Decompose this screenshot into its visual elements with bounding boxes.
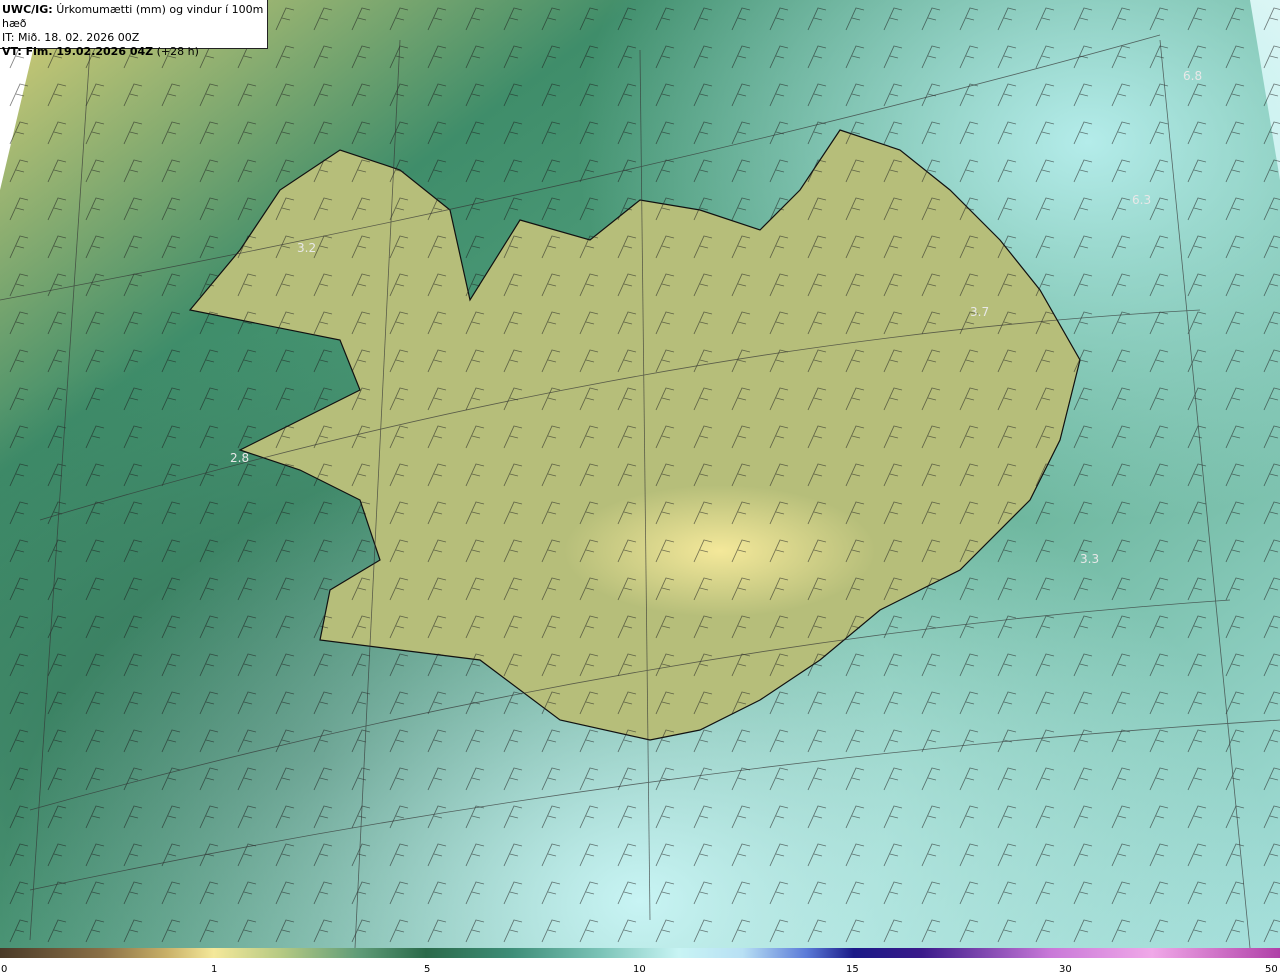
header-title-line: UWC/IG: Úrkomumætti (mm) og vindur í 100… xyxy=(2,3,267,31)
color-scale: 0 1 5 10 15 30 50 xyxy=(0,948,1280,978)
map-label: 3.2 xyxy=(297,241,316,255)
map-label: 6.8 xyxy=(1183,69,1202,83)
map-header: UWC/IG: Úrkomumætti (mm) og vindur í 100… xyxy=(0,0,268,58)
model-prefix: UWC/IG: xyxy=(2,3,53,16)
color-scale-bar xyxy=(0,948,1280,958)
map-label: 3.3 xyxy=(1080,552,1099,566)
scale-tick: 1 xyxy=(211,964,218,975)
map-label: 2.8 xyxy=(230,451,249,465)
lead-time: (+28 h) xyxy=(156,45,199,58)
valid-time-line: VT: Fim. 19.02.2026 04Z (+28 h) xyxy=(2,45,267,59)
scale-tick: 15 xyxy=(846,964,859,975)
scale-tick: 50 xyxy=(1265,964,1278,975)
wind-barbs-layer xyxy=(0,0,1280,948)
scale-tick: 0 xyxy=(1,964,8,975)
valid-time: VT: Fim. 19.02.2026 04Z xyxy=(2,45,154,58)
scale-tick: 5 xyxy=(424,964,431,975)
initial-time: IT: Mið. 18. 02. 2026 00Z xyxy=(2,31,140,44)
weather-map: 3.2 2.8 3.7 6.3 3.3 6.8 xyxy=(0,0,1280,948)
map-label: 3.7 xyxy=(970,305,989,319)
map-label: 6.3 xyxy=(1132,193,1151,207)
scale-tick: 30 xyxy=(1059,964,1072,975)
scale-tick: 10 xyxy=(633,964,646,975)
